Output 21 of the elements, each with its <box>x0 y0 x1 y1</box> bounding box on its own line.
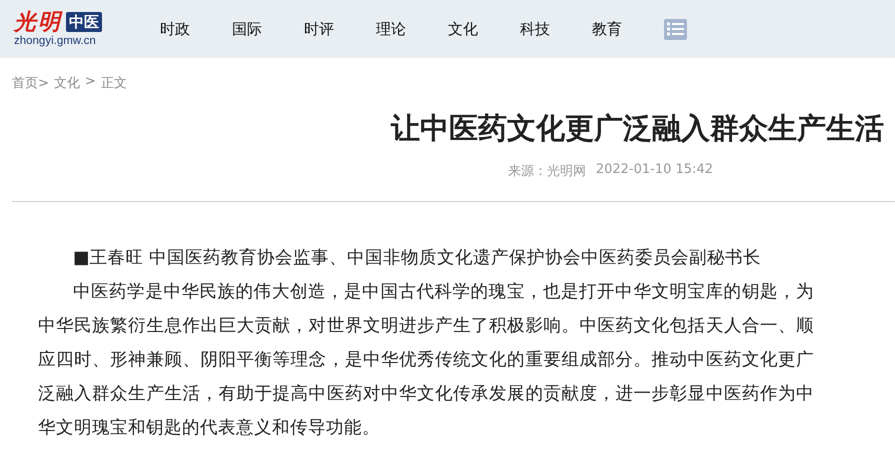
logo-domain[interactable]: zhongyi.gmw.cn <box>14 34 160 48</box>
nav-link[interactable]: 国际 <box>232 20 304 38</box>
menu-button[interactable] <box>664 18 687 40</box>
nav-link[interactable]: 时政 <box>160 20 232 38</box>
nav-link[interactable]: 教育 <box>592 20 664 38</box>
logo-badge[interactable]: 中医 <box>66 12 102 32</box>
nav-link[interactable]: 科技 <box>520 20 592 38</box>
breadcrumb-separator: 正文 <box>100 75 127 92</box>
article-paragraph: ■王春旺 中国医药教育协会监事、中国非物质文化遗产保护协会中医药委员会副秘书长 <box>72 247 762 270</box>
logo-script[interactable]: 光明 <box>14 10 62 34</box>
breadcrumb-link[interactable]: > <box>84 74 96 92</box>
nav-link[interactable]: 理论 <box>376 20 448 38</box>
nav-link[interactable]: 文化 <box>448 20 520 38</box>
menu-icon <box>667 22 684 36</box>
article-title: 让中医药文化更广泛融入群众生产生活 <box>390 110 884 147</box>
nav-link[interactable]: 时评 <box>304 20 376 38</box>
breadcrumb-separator: 文化 <box>54 75 80 92</box>
article-paragraph: 中医药学是中华民族的伟大创造，是中国古代科学的瑰宝，也是打开中华文明宝库的钥匙，为中华民族繁衍生息作出巨大贡献，对世界文明进步产生了积极影响。中医药文化包括天人合一、顺应四时、形神兼顾、阴阳平衡等理念，是中华优秀传统文化的重要组成部分。推动中医药文化更广泛融入群众生产生活，有助于提高中医药对中华文化传承发展的贡献度，进一步彰显中医药作为中华文明瑰宝和钥匙的代表意义和传导功能。 <box>38 281 814 440</box>
breadcrumb-link[interactable]: 首页> <box>12 74 49 92</box>
article-source: 来源：光明网 <box>508 163 586 180</box>
article-date: 2022-01-10 15:42 <box>596 162 713 179</box>
